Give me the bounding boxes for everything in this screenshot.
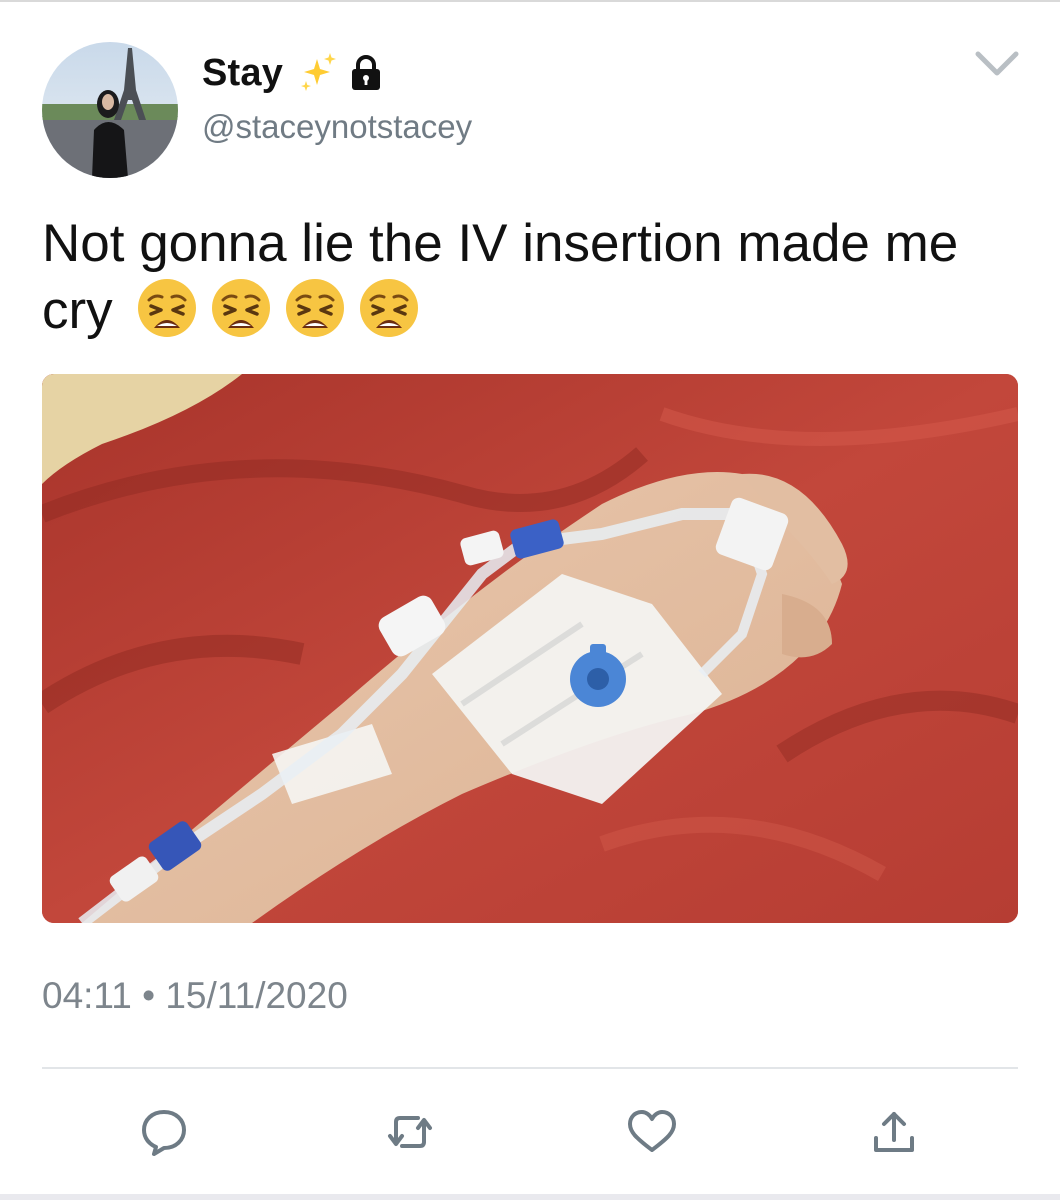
- emoji-row: [135, 276, 431, 340]
- tweet-text: Not gonna lie the IV insertion made me c…: [42, 212, 1022, 343]
- weary-face-emoji: [286, 279, 345, 337]
- tweet-photo[interactable]: [42, 374, 1018, 923]
- lock-icon: [352, 55, 381, 90]
- retweet-icon: [388, 1116, 432, 1148]
- weary-face-emoji: [138, 279, 197, 337]
- divider: [42, 1067, 1018, 1069]
- share-icon: [874, 1112, 914, 1152]
- tweet-timestamp[interactable]: 04:11 • 15/11/2020: [42, 975, 348, 1017]
- sparkles-icon: [301, 53, 337, 91]
- bottom-border: [0, 1194, 1060, 1200]
- weary-face-emoji: [212, 279, 271, 337]
- avatar[interactable]: [42, 42, 178, 178]
- display-name[interactable]: Stay: [202, 52, 283, 95]
- share-button[interactable]: [862, 1100, 926, 1164]
- weary-face-emoji: [360, 279, 419, 337]
- like-button[interactable]: [620, 1100, 684, 1164]
- reply-button[interactable]: [132, 1100, 196, 1164]
- top-border: [0, 0, 1060, 2]
- display-name-row: Stay: [202, 50, 383, 96]
- reply-icon: [142, 1110, 186, 1156]
- user-handle[interactable]: @staceynotstacey: [202, 108, 472, 146]
- retweet-button[interactable]: [378, 1100, 442, 1164]
- like-icon: [628, 1110, 676, 1152]
- chevron-down-icon[interactable]: [972, 46, 1022, 82]
